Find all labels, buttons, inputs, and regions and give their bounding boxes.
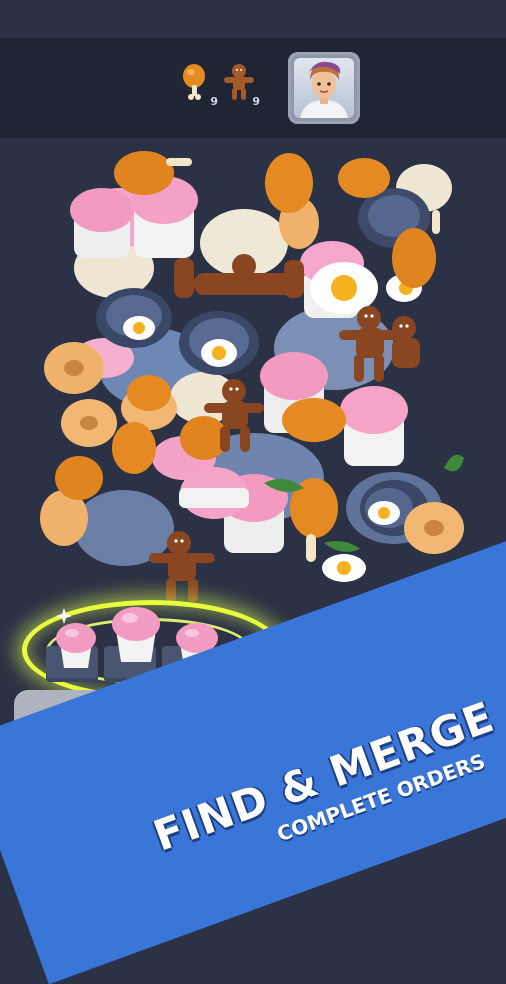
- order-item-chicken: 9: [180, 62, 218, 108]
- order-item-gingerbread: 9: [222, 62, 260, 108]
- chef-portrait-icon: [300, 61, 348, 118]
- order-count-gingerbread: 9: [252, 95, 260, 108]
- order-count-chicken: 9: [210, 95, 218, 108]
- cupcake-icon: [112, 607, 160, 662]
- cupcake-icon: [56, 623, 96, 668]
- item-pile-icon: [40, 151, 464, 602]
- chicken-leg-icon: [183, 64, 205, 100]
- gingerbread-man-icon: [224, 64, 254, 100]
- chef-avatar: [288, 52, 360, 124]
- order-list: 9 9: [178, 62, 268, 110]
- item-board[interactable]: [34, 148, 474, 608]
